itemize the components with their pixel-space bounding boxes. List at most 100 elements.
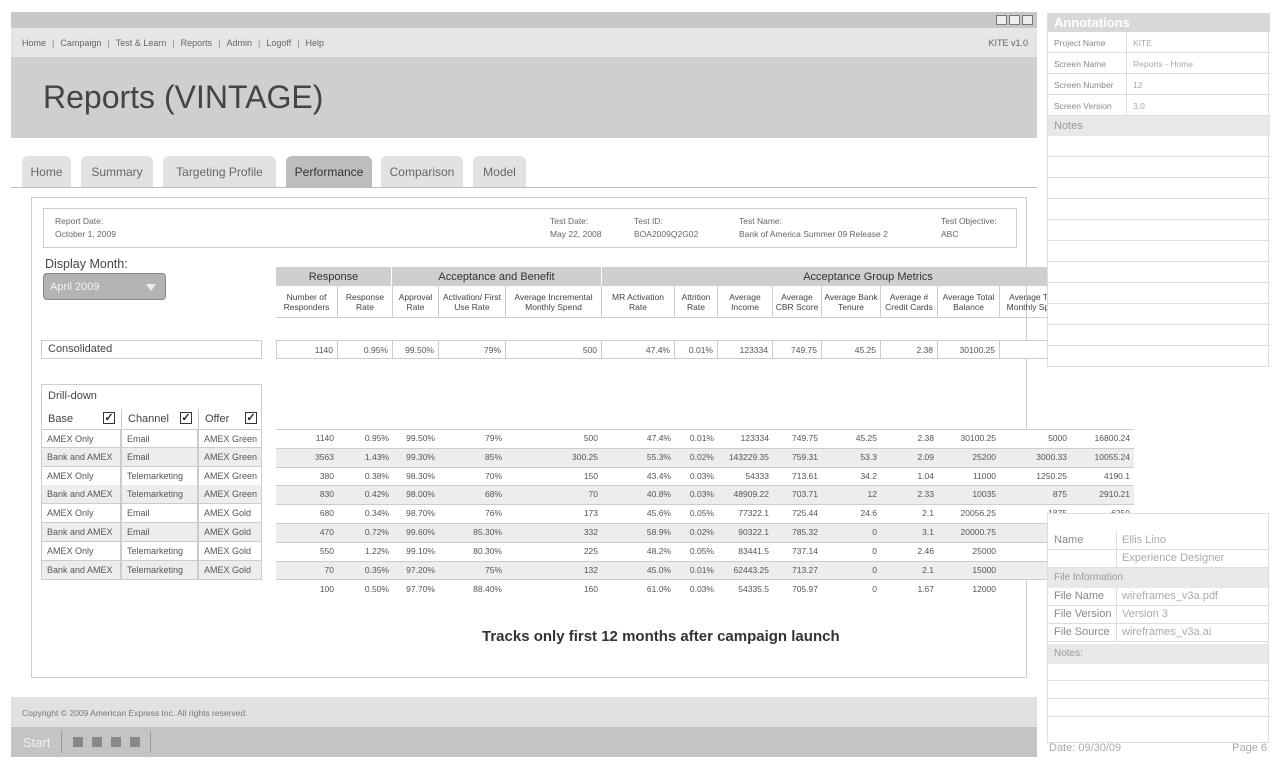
- taskbar-app-icon[interactable]: [111, 737, 121, 747]
- metric-cell: 20000.75: [938, 523, 1000, 542]
- metric-cell: 79%: [439, 340, 506, 359]
- drilldown-title: Drill-down: [48, 390, 97, 402]
- drilldown-channel: Email: [121, 523, 198, 542]
- nav-link-logoff[interactable]: Logoff: [266, 38, 291, 48]
- channel-checkbox[interactable]: ✓: [180, 412, 192, 424]
- annot-footer: Date: 09/30/09 Page 6: [1049, 742, 1267, 754]
- metric-cell: 5000: [1000, 429, 1071, 448]
- column-header[interactable]: Approval Rate: [393, 286, 439, 318]
- row-divider: [276, 467, 1134, 468]
- start-button[interactable]: Start: [23, 735, 50, 750]
- test-date-label: Test Date:: [550, 216, 589, 226]
- metric-cell: 70: [276, 561, 338, 580]
- metric-cell: 2.1: [881, 504, 938, 523]
- metric-cell: 0.95%: [338, 340, 393, 359]
- drilldown-base: Bank and AMEX: [41, 561, 121, 580]
- metric-cell: 703.71: [773, 485, 822, 504]
- metric-cell: 3563: [276, 448, 338, 467]
- consolidated-label: Consolidated: [41, 340, 262, 359]
- taskbar-divider: [61, 731, 62, 753]
- drilldown-base: Bank and AMEX: [41, 523, 121, 542]
- nav-link-home[interactable]: Home: [22, 38, 46, 48]
- metric-cell: 85.30%: [439, 523, 506, 542]
- metric-cell: 380: [276, 467, 338, 486]
- column-header[interactable]: Average Income: [718, 286, 773, 318]
- column-header[interactable]: Attrition Rate: [675, 286, 718, 318]
- metric-cell: 1.67: [917, 584, 934, 594]
- metric-cell: 0.42%: [338, 485, 393, 504]
- column-header[interactable]: Number of Responders: [276, 286, 338, 318]
- metric-cell: 500: [506, 340, 602, 359]
- metric-cell: 0.95%: [338, 429, 393, 448]
- column-header[interactable]: Response Rate: [338, 286, 393, 318]
- metric-cell: 0.34%: [338, 504, 393, 523]
- column-header[interactable]: Average # Credit Cards: [881, 286, 938, 318]
- metric-cell: 300.25: [506, 448, 602, 467]
- metric-cell: 749.75: [773, 429, 822, 448]
- metric-cell: 45.0%: [602, 561, 675, 580]
- metric-cell: 680: [276, 504, 338, 523]
- metric-cell: 55.3%: [602, 448, 675, 467]
- maximize-button[interactable]: [1009, 15, 1020, 25]
- metric-cell: 4190.1: [1071, 467, 1134, 486]
- tab-model[interactable]: Model: [473, 156, 526, 187]
- metric-cell: 150: [506, 467, 602, 486]
- drilldown-offer: AMEX Gold: [198, 504, 262, 523]
- column-header[interactable]: Average Total Balance: [938, 286, 1000, 318]
- annot-key: Screen Number: [1054, 80, 1114, 90]
- column-header[interactable]: Average Bank Tenure: [822, 286, 881, 318]
- note-line: [1048, 366, 1270, 367]
- offer-checkbox[interactable]: ✓: [245, 412, 257, 424]
- column-header[interactable]: Average CBR Score: [773, 286, 822, 318]
- display-month-label: Display Month:: [45, 257, 128, 271]
- nav-link-help[interactable]: Help: [306, 38, 325, 48]
- nav-link-admin[interactable]: Admin: [226, 38, 252, 48]
- title-bar: [11, 12, 1037, 28]
- tab-summary[interactable]: Summary: [81, 156, 153, 187]
- column-header[interactable]: Activation/ First Use Rate: [439, 286, 506, 318]
- taskbar: Start: [11, 727, 1037, 757]
- taskbar-app-icon[interactable]: [130, 737, 140, 747]
- metric-cell: 737.14: [773, 542, 822, 561]
- metric-cell: 0: [822, 542, 881, 561]
- copyright: Copyright © 2009 American Express Inc. A…: [22, 708, 248, 718]
- minimize-button[interactable]: [996, 15, 1007, 25]
- base-checkbox[interactable]: ✓: [103, 412, 115, 424]
- row-divider: [276, 542, 1134, 543]
- page-number: Page 6: [1232, 742, 1267, 754]
- nav-link-test-learn[interactable]: Test & Learn: [116, 38, 167, 48]
- display-month-select[interactable]: April 2009: [43, 273, 166, 300]
- tab-home[interactable]: Home: [22, 156, 71, 187]
- report-date-label: Report Date:: [55, 216, 104, 226]
- taskbar-app-icon[interactable]: [92, 737, 102, 747]
- row-divider: [276, 523, 1134, 524]
- note-line: [1048, 324, 1270, 325]
- tab-performance[interactable]: Performance: [286, 156, 372, 187]
- metric-cell: 53.3: [822, 448, 881, 467]
- metric-cell: 225: [506, 542, 602, 561]
- metric-cell: 12000: [972, 584, 996, 594]
- tab-targeting-profile[interactable]: Targeting Profile: [163, 156, 276, 187]
- metric-cell: 470: [276, 523, 338, 542]
- report-date: October 1, 2009: [55, 229, 116, 239]
- annot-date: Date: 09/30/09: [1049, 742, 1122, 754]
- row-divider: [276, 448, 1134, 449]
- close-button[interactable]: [1022, 15, 1033, 25]
- metric-cell: 1250.25: [1000, 467, 1071, 486]
- metric-cell: 98.00%: [393, 485, 439, 504]
- column-header[interactable]: MR Activation Rate: [602, 286, 675, 318]
- taskbar-app-icon[interactable]: [73, 737, 83, 747]
- tab-comparison[interactable]: Comparison: [381, 156, 463, 187]
- nav-link-reports[interactable]: Reports: [181, 38, 213, 48]
- file-value: Version 3: [1122, 608, 1168, 620]
- nav-link-campaign[interactable]: Campaign: [60, 38, 101, 48]
- metric-cell: 0: [872, 584, 877, 594]
- row-divider: [276, 561, 1134, 562]
- metric-cell: 61.0%: [646, 584, 671, 594]
- metric-cell: 58.9%: [602, 523, 675, 542]
- footer: Copyright © 2009 American Express Inc. A…: [11, 697, 1037, 727]
- metric-cell: 875: [1000, 485, 1071, 504]
- column-header[interactable]: Average Incremental Monthly Spend: [506, 286, 602, 318]
- metric-cell: 47.4%: [602, 340, 675, 359]
- metric-cell: 62443.25: [718, 561, 773, 580]
